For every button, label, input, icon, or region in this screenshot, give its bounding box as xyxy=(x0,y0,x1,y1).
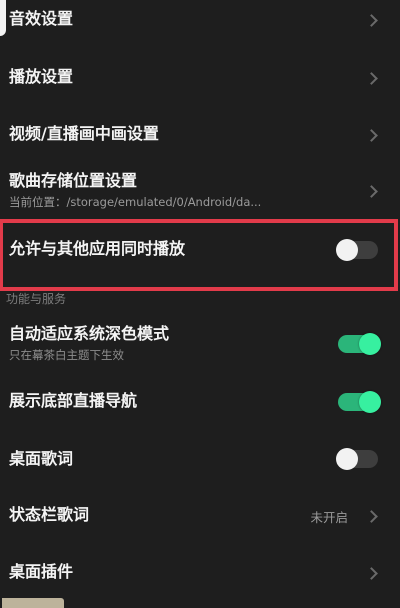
section-title-features: 功能与服务 xyxy=(6,292,67,306)
auto-dark-mode-setting: 自动适应系统深色模式 只在幕茶白主题下生效 xyxy=(0,323,400,367)
mini-player-thumbnail[interactable] xyxy=(2,598,64,608)
statusbar-lyrics-value: 未开启 xyxy=(310,510,348,525)
pip-setting[interactable]: 视频/直播画中画设置 xyxy=(0,123,400,153)
playback-setting[interactable]: 播放设置 xyxy=(0,66,400,96)
live-nav-label: 展示底部直播导航 xyxy=(9,391,138,410)
desktop-widgets-label: 桌面插件 xyxy=(9,562,74,581)
desktop-lyrics-label: 桌面歌词 xyxy=(9,449,74,468)
toggle-knob xyxy=(359,333,381,355)
sound-effects-setting[interactable]: 音效设置 xyxy=(0,8,400,38)
desktop-lyrics-setting: 桌面歌词 xyxy=(0,448,400,478)
auto-dark-mode-hint: 只在幕茶白主题下生效 xyxy=(9,348,124,362)
playback-label: 播放设置 xyxy=(9,67,74,86)
storage-label: 歌曲存储位置设置 xyxy=(9,171,138,190)
auto-dark-mode-label: 自动适应系统深色模式 xyxy=(9,324,170,343)
statusbar-lyrics-setting[interactable]: 状态栏歌词 未开启 xyxy=(0,504,400,534)
settings-screen: 音效设置 播放设置 视频/直播画中画设置 歌曲存储位置设置 当前位置：/stor… xyxy=(0,0,400,608)
toggle-knob xyxy=(336,448,358,470)
live-nav-setting: 展示底部直播导航 xyxy=(0,390,400,420)
desktop-widgets-setting[interactable]: 桌面插件 xyxy=(0,561,400,591)
pip-label: 视频/直播画中画设置 xyxy=(9,124,159,143)
highlight-box xyxy=(0,219,398,291)
auto-dark-mode-toggle[interactable] xyxy=(338,333,381,355)
storage-location-setting[interactable]: 歌曲存储位置设置 当前位置：/storage/emulated/0/Androi… xyxy=(0,170,400,216)
toggle-knob xyxy=(359,391,381,413)
live-nav-toggle[interactable] xyxy=(338,391,381,413)
desktop-lyrics-toggle[interactable] xyxy=(336,448,378,470)
storage-current-path: 当前位置：/storage/emulated/0/Android/da... xyxy=(9,195,262,209)
sound-effects-label: 音效设置 xyxy=(9,9,74,28)
